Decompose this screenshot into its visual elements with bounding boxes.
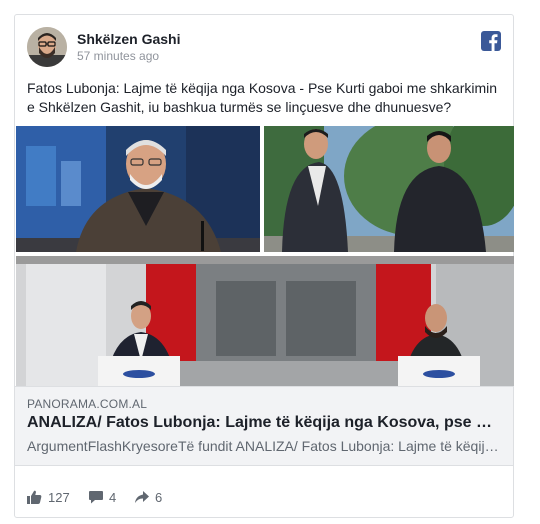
photo-two-men-outdoors[interactable] [264, 126, 514, 252]
comment-button[interactable]: 4 [89, 487, 116, 507]
link-description: ArgumentFlashKryesoreTë fundit ANALIZA/ … [27, 438, 501, 454]
post-timestamp[interactable]: 57 minutes ago [77, 49, 159, 63]
link-domain: PANORAMA.COM.AL [27, 397, 148, 411]
like-button[interactable]: 127 [27, 487, 70, 507]
like-count: 127 [48, 489, 70, 505]
post-media[interactable] [16, 126, 514, 386]
photo-podium-press[interactable] [16, 256, 514, 386]
comment-count: 4 [109, 489, 117, 505]
link-preview[interactable]: PANORAMA.COM.AL ANALIZA/ Fatos Lubonja: … [15, 386, 513, 466]
share-count: 6 [155, 489, 163, 505]
photo-analyst-studio[interactable] [16, 126, 260, 252]
post-actions: 127 4 6 [27, 487, 327, 507]
facebook-icon[interactable] [481, 31, 501, 51]
author-name[interactable]: Shkëlzen Gashi [77, 31, 180, 47]
comment-icon [89, 490, 103, 503]
thumbs-up-icon [27, 490, 42, 504]
facebook-post-card: Shkëlzen Gashi 57 minutes ago Fatos Lubo… [14, 14, 514, 518]
link-title[interactable]: ANALIZA/ Fatos Lubonja: Lajme të këqija … [27, 414, 501, 432]
author-avatar[interactable] [27, 27, 67, 67]
share-arrow-icon [135, 490, 149, 503]
post-header: Shkëlzen Gashi 57 minutes ago [27, 27, 501, 67]
post-text: Fatos Lubonja: Lajme të këqija nga Kosov… [27, 80, 498, 115]
share-button[interactable]: 6 [135, 487, 162, 507]
